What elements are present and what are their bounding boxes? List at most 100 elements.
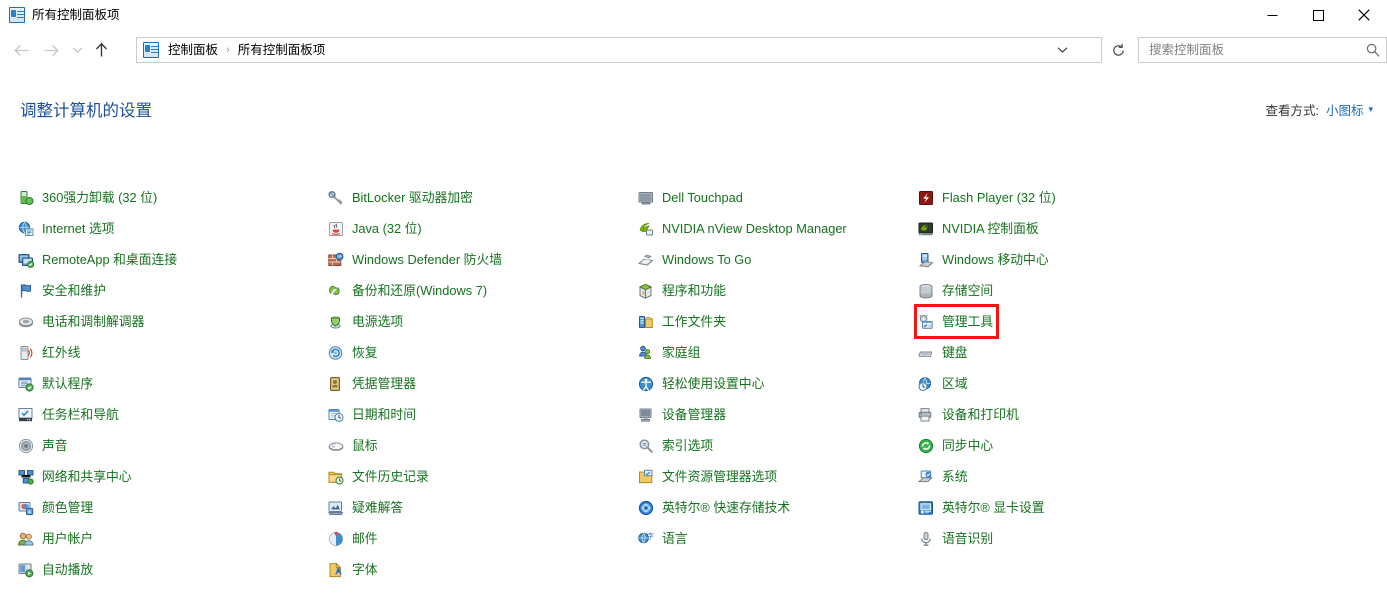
close-button[interactable]	[1341, 0, 1387, 30]
control-panel-item[interactable]: BitLocker 驱动器加密	[326, 182, 477, 213]
control-panel-item-label: 设备管理器	[662, 406, 726, 422]
control-panel-item[interactable]: RemoteApp 和桌面连接	[16, 244, 181, 275]
taskbar-navigation-icon	[18, 407, 34, 423]
control-panel-item[interactable]: Internet 选项	[16, 213, 119, 244]
control-panel-item-label: Windows To Go	[662, 251, 752, 267]
view-by-value[interactable]: 小图标	[1326, 100, 1364, 119]
control-panel-item-label: Java (32 位)	[352, 220, 422, 236]
minimize-button[interactable]	[1249, 0, 1295, 30]
control-panel-item[interactable]: 自动播放	[16, 554, 97, 585]
control-panel-item-label: 安全和维护	[42, 282, 106, 298]
svg-text:字: 字	[647, 531, 654, 540]
breadcrumb-item-0[interactable]: 控制面板	[165, 38, 221, 62]
control-panel-item-label: 自动播放	[42, 561, 94, 577]
control-panel-item[interactable]: 声音	[16, 430, 72, 461]
control-panel-item[interactable]: 用户帐户	[16, 523, 97, 554]
firewall-brickwall-icon	[328, 252, 344, 268]
control-panel-item-label: Windows 移动中心	[942, 251, 1049, 267]
control-panel-item[interactable]: 同步中心	[916, 430, 997, 461]
view-by-label: 查看方式:	[1265, 104, 1319, 118]
control-panel-item[interactable]: 鼠标	[326, 430, 382, 461]
control-panel-item[interactable]: Windows To Go	[636, 244, 755, 275]
control-panel-item[interactable]: 凭据管理器	[326, 368, 420, 399]
control-panel-item-label: NVIDIA 控制面板	[942, 220, 1039, 236]
control-panel-item[interactable]: 区域	[916, 368, 972, 399]
control-panel-item[interactable]: 语音识别	[916, 523, 997, 554]
control-panel-item-label: 系统	[942, 468, 968, 484]
control-panel-item[interactable]: Windows Defender 防火墙	[326, 244, 506, 275]
control-panel-item-label: 日期和时间	[352, 406, 416, 422]
search-box[interactable]	[1138, 37, 1387, 63]
control-panel-item-label: 英特尔® 显卡设置	[942, 499, 1045, 515]
address-bar[interactable]: 控制面板 › 所有控制面板项	[136, 37, 1102, 63]
control-panel-item[interactable]: NVIDIA nView Desktop Manager	[636, 213, 851, 244]
maximize-button[interactable]	[1295, 0, 1341, 30]
control-panel-item[interactable]: 电源选项	[326, 306, 407, 337]
control-panel-item[interactable]: 家庭组	[636, 337, 704, 368]
control-panel-item[interactable]: 任务栏和导航	[16, 399, 123, 430]
nvidia-nview-icon	[638, 221, 654, 237]
control-panel-item[interactable]: 默认程序	[16, 368, 97, 399]
control-panel-item[interactable]: Dell Touchpad	[636, 182, 747, 213]
control-panel-item[interactable]: 索引选项	[636, 430, 717, 461]
control-panel-item[interactable]: Windows 移动中心	[916, 244, 1053, 275]
up-button[interactable]	[88, 35, 114, 65]
control-panel-item-label: 文件历史记录	[352, 468, 429, 484]
remoteapp-desktop-icon	[18, 252, 34, 268]
control-panel-item[interactable]: 字语言	[636, 523, 692, 554]
control-panel-item[interactable]: 备份和还原(Windows 7)	[326, 275, 491, 306]
control-panel-item-label: Flash Player (32 位)	[942, 189, 1056, 205]
chevron-down-icon[interactable]: ▾	[1368, 105, 1373, 114]
storage-spaces-icon	[918, 283, 934, 299]
back-button[interactable]	[6, 35, 36, 65]
control-panel-icon	[9, 7, 25, 23]
date-time-icon	[328, 407, 344, 423]
control-panel-item[interactable]: 键盘	[916, 337, 972, 368]
address-dropdown-icon[interactable]	[1049, 38, 1075, 62]
forward-button[interactable]	[36, 35, 66, 65]
control-panel-item[interactable]: 红外线	[16, 337, 84, 368]
control-panel-item[interactable]: 电话和调制解调器	[16, 306, 148, 337]
refresh-button[interactable]	[1106, 38, 1130, 62]
control-panel-item[interactable]: 英特尔® 快速存储技术	[636, 492, 794, 523]
troubleshooting-icon	[328, 500, 344, 516]
control-panel-item[interactable]: 管理工具	[913, 304, 1000, 339]
control-panel-item[interactable]: Java (32 位)	[326, 213, 426, 244]
control-panel-item[interactable]: Flash Player (32 位)	[916, 182, 1060, 213]
control-panel-item-label: Windows Defender 防火墙	[352, 251, 503, 267]
control-panel-item[interactable]: 日期和时间	[326, 399, 420, 430]
control-panel-item[interactable]: 疑难解答	[326, 492, 407, 523]
control-panel-item[interactable]: 程序和功能	[636, 275, 730, 306]
control-panel-item[interactable]: 安全和维护	[16, 275, 110, 306]
control-panel-item[interactable]: 恢复	[326, 337, 382, 368]
control-panel-item[interactable]: 网络和共享中心	[16, 461, 136, 492]
control-panel-item[interactable]: 字体	[326, 554, 382, 585]
control-panel-item-label: Dell Touchpad	[662, 189, 743, 205]
mail-icon	[328, 531, 344, 547]
control-panel-item[interactable]: 文件历史记录	[326, 461, 433, 492]
app-360-uninstall-icon	[18, 190, 34, 206]
control-panel-item[interactable]: 设备管理器	[636, 399, 730, 430]
recent-locations-button[interactable]	[66, 35, 88, 65]
breadcrumb-item-1[interactable]: 所有控制面板项	[235, 38, 329, 62]
control-panel-item[interactable]: 文件资源管理器选项	[636, 461, 781, 492]
control-panel-item[interactable]: 颜色管理	[16, 492, 97, 523]
control-panel-item[interactable]: 360强力卸载 (32 位)	[16, 182, 161, 213]
control-panel-item[interactable]: 系统	[916, 461, 972, 492]
search-icon[interactable]	[1360, 38, 1386, 62]
view-by-control: 查看方式: 小图标 ▾	[1265, 100, 1373, 119]
control-panel-item-label: 疑难解答	[352, 499, 404, 515]
control-panel-item[interactable]: 设备和打印机	[916, 399, 1023, 430]
device-manager-icon	[638, 407, 654, 423]
control-panel-item[interactable]: NVIDIA 控制面板	[916, 213, 1043, 244]
items-column-2: BitLocker 驱动器加密 Java (32 位) Windows Defend…	[326, 182, 626, 585]
network-sharing-icon	[18, 469, 34, 485]
dell-touchpad-icon	[638, 190, 654, 206]
search-input[interactable]	[1147, 39, 1360, 61]
control-panel-item[interactable]: 存储空间	[916, 275, 997, 306]
control-panel-item[interactable]: 工作文件夹	[636, 306, 730, 337]
control-panel-item[interactable]: 邮件	[326, 523, 382, 554]
control-panel-item[interactable]: 轻松使用设置中心	[636, 368, 768, 399]
ease-of-access-icon	[638, 376, 654, 392]
control-panel-item[interactable]: 英特尔® 显卡设置	[916, 492, 1049, 523]
